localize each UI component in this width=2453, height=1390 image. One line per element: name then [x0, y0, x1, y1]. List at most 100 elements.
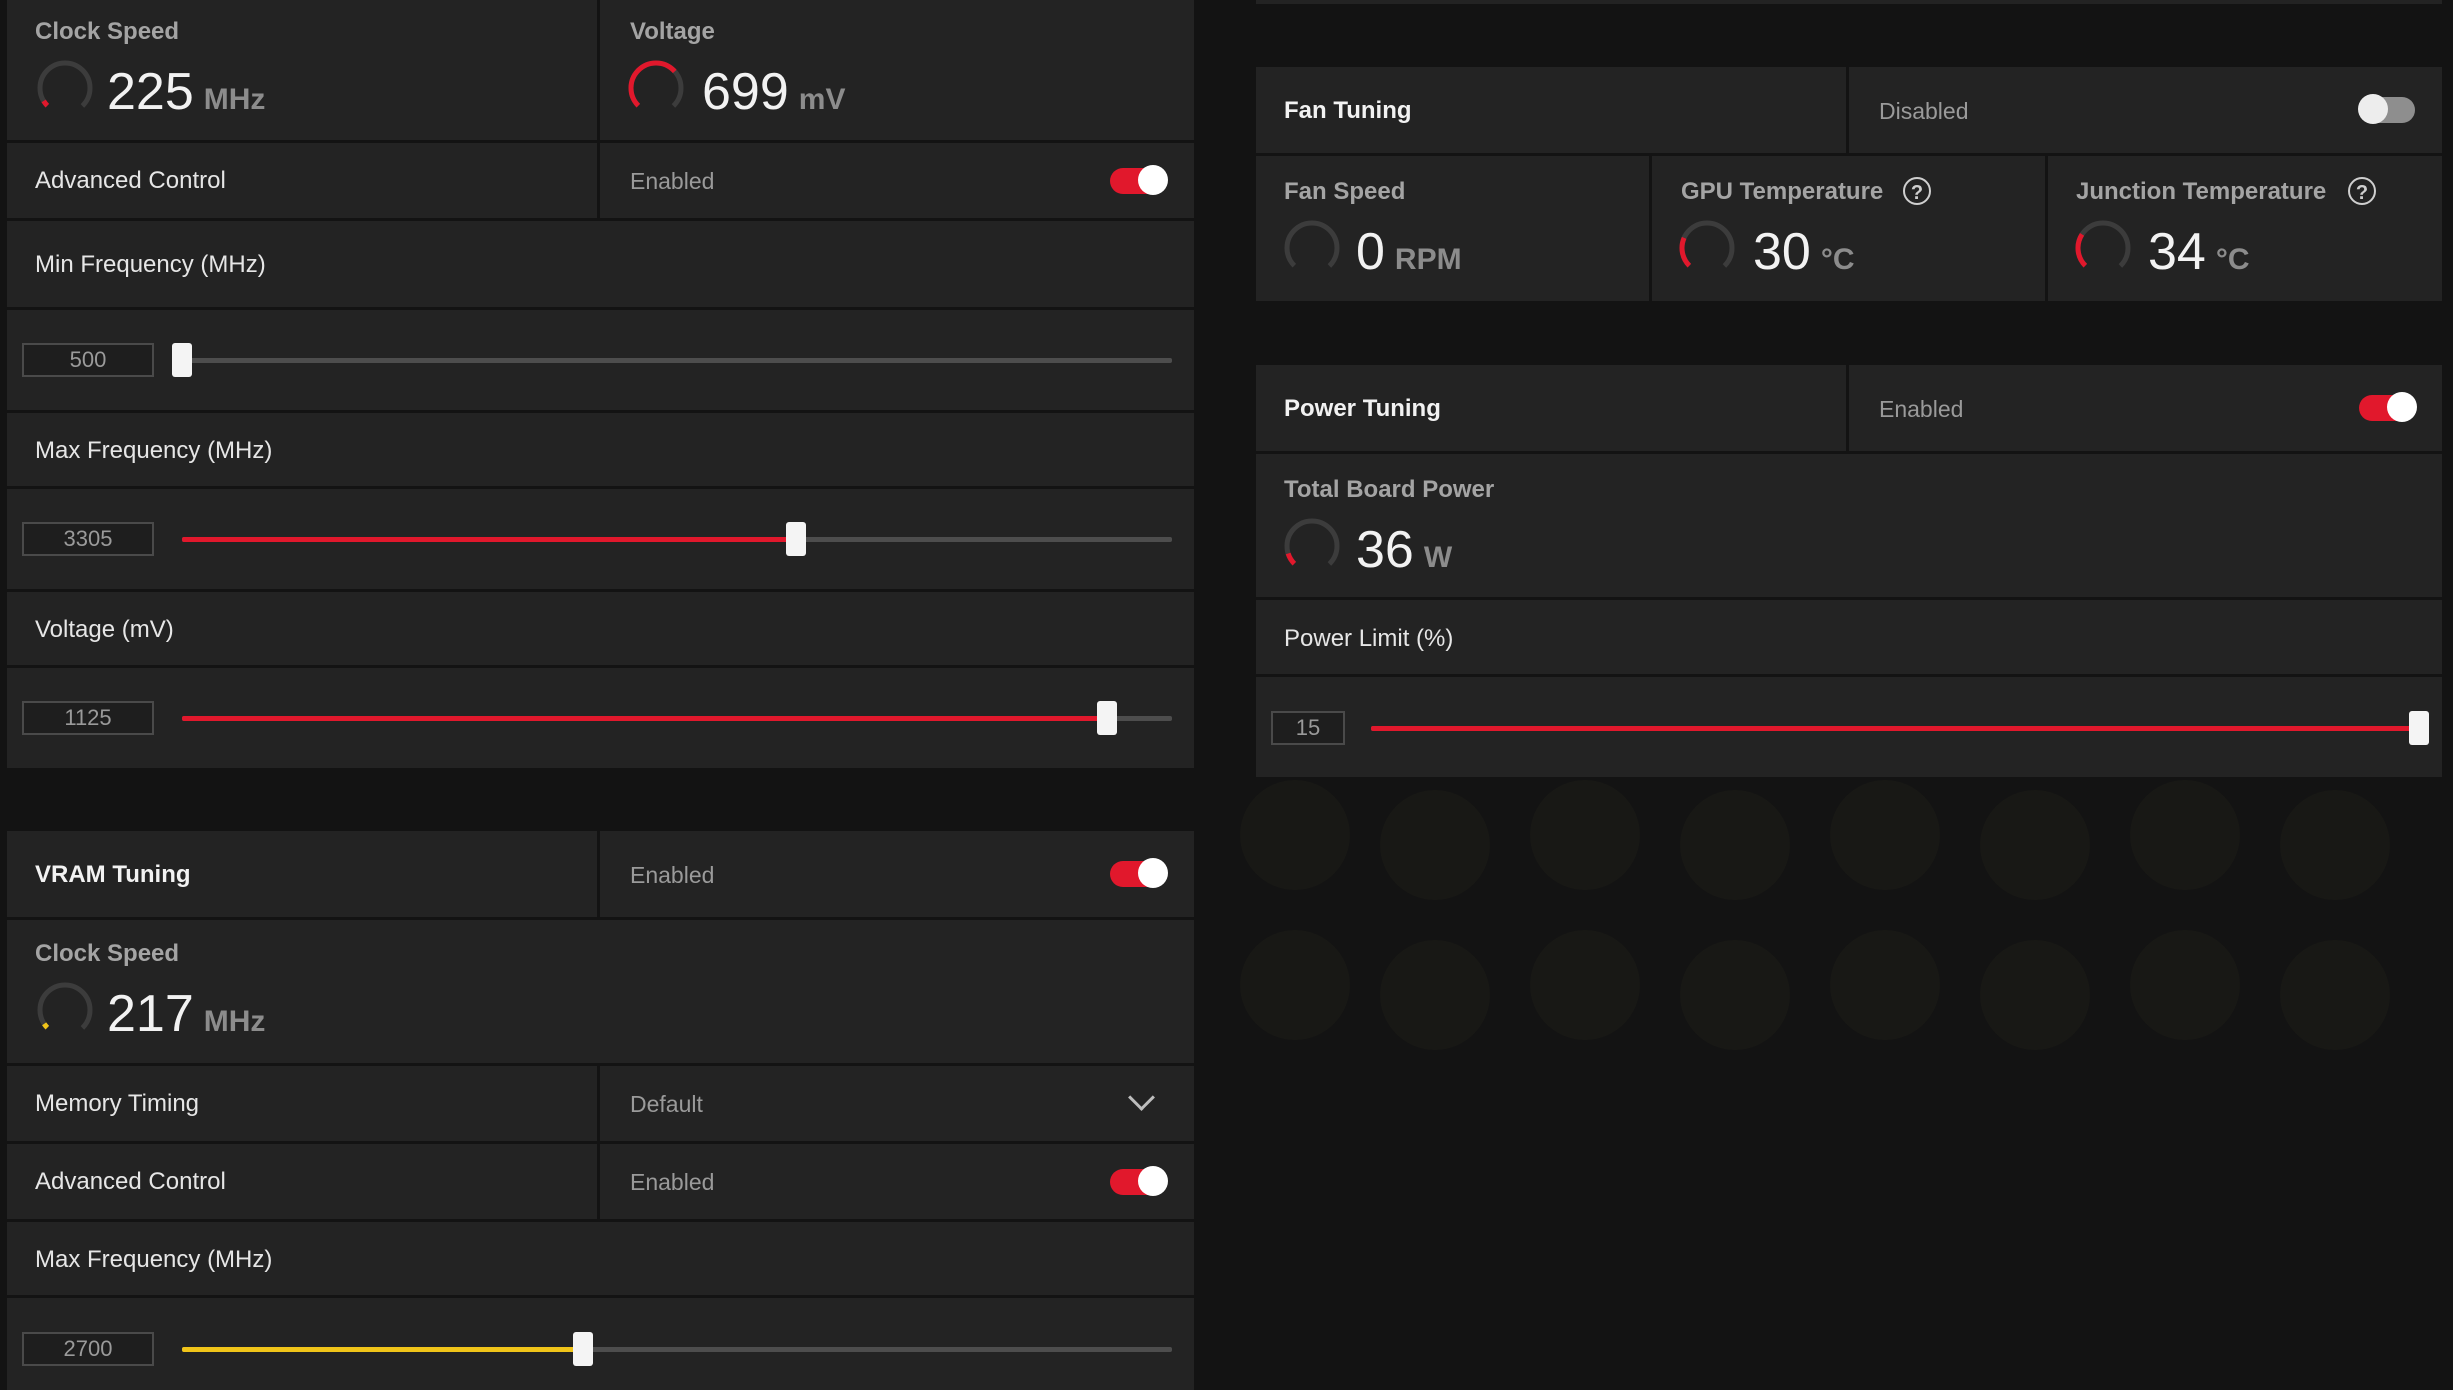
junction-temperature-unit: °C	[2215, 243, 2250, 276]
fan-speed-label: Fan Speed	[1284, 178, 1406, 205]
help-icon[interactable]: ?	[2348, 177, 2376, 205]
junction-temperature-value: 34	[2148, 223, 2206, 281]
gauge-icon	[1284, 518, 1340, 574]
toggle-knob	[2387, 392, 2417, 422]
fan-tuning-state: Disabled	[1879, 98, 1969, 124]
gauge-icon	[1679, 220, 1735, 276]
voltage-input[interactable]: 1125	[22, 701, 154, 735]
help-icon[interactable]: ?	[1903, 177, 1931, 205]
memory-timing-value: Default	[630, 1091, 703, 1117]
slider-thumb[interactable]	[785, 522, 806, 556]
advanced-control-label: Advanced Control	[35, 167, 226, 194]
voltage-slider-label: Voltage (mV)	[35, 616, 174, 643]
voltage-slider-row: 1125	[7, 668, 1194, 768]
voltage-value: 699	[702, 63, 789, 121]
junction-temperature-label: Junction Temperature	[2076, 178, 2327, 205]
vram-max-frequency-slider-row: 2700	[7, 1298, 1194, 1390]
vram-advanced-control-toggle[interactable]	[1110, 1166, 1168, 1196]
fan-speed-metric: 0 RPM	[1356, 222, 1462, 282]
vram-tuning-header: VRAM Tuning	[7, 831, 597, 917]
power-limit-slider-row: 15	[1256, 677, 2442, 777]
junction-temperature-metric: 34 °C	[2148, 222, 2250, 282]
slider-fill	[182, 537, 796, 542]
junction-temperature-panel: Junction Temperature ? 34 °C	[2048, 156, 2442, 301]
memory-timing-label: Memory Timing	[35, 1090, 200, 1117]
min-frequency-label: Min Frequency (MHz)	[35, 251, 266, 278]
power-limit-input[interactable]: 15	[1271, 711, 1345, 745]
vram-tuning-title: VRAM Tuning	[35, 861, 191, 888]
clock-speed-unit: MHz	[203, 83, 266, 116]
advanced-control-row: Advanced Control	[7, 143, 597, 218]
gauge-icon	[2075, 220, 2131, 276]
toggle-knob	[2358, 94, 2388, 124]
vram-tuning-toggle[interactable]	[1110, 858, 1168, 888]
vram-clock-speed-panel: Clock Speed 217 MHz	[7, 920, 1194, 1063]
vram-max-frequency-slider[interactable]	[182, 1332, 1172, 1366]
slider-fill	[182, 1347, 583, 1352]
slider-thumb[interactable]	[572, 1332, 593, 1366]
vram-clock-speed-label: Clock Speed	[35, 940, 180, 967]
total-board-power-value: 36	[1356, 521, 1414, 579]
max-frequency-input[interactable]: 3305	[22, 522, 154, 556]
total-board-power-label: Total Board Power	[1284, 476, 1495, 503]
max-frequency-slider[interactable]	[182, 522, 1172, 556]
slider-thumb[interactable]	[1096, 701, 1117, 735]
min-frequency-header: Min Frequency (MHz)	[7, 221, 1194, 307]
power-limit-slider[interactable]	[1371, 711, 2429, 745]
vram-advanced-control-label: Advanced Control	[35, 1168, 226, 1195]
slider-thumb[interactable]	[172, 343, 192, 377]
fan-tuning-toggle[interactable]	[2358, 94, 2415, 124]
fan-tuning-setting: Disabled	[1849, 67, 2442, 153]
vram-max-frequency-header: Max Frequency (MHz)	[7, 1222, 1194, 1295]
vram-clock-speed-metric: 217 MHz	[107, 984, 265, 1044]
fan-speed-panel: Fan Speed 0 RPM	[1256, 156, 1649, 301]
voltage-metric: 699 mV	[702, 62, 845, 122]
power-tuning-toggle[interactable]	[2359, 392, 2417, 422]
voltage-slider[interactable]	[182, 701, 1172, 735]
min-frequency-slider[interactable]	[172, 343, 1172, 377]
power-tuning-title: Power Tuning	[1284, 395, 1441, 422]
slider-fill	[1371, 726, 2419, 731]
toggle-knob	[1138, 1166, 1168, 1196]
advanced-control-state: Enabled	[630, 168, 715, 194]
min-frequency-slider-row: 500	[7, 310, 1194, 410]
vram-clock-speed-unit: MHz	[203, 1005, 266, 1038]
toggle-knob	[1138, 858, 1168, 888]
vram-advanced-control-setting: Enabled	[600, 1144, 1194, 1219]
top-edge-panel	[1256, 0, 2442, 4]
power-tuning-state: Enabled	[1879, 396, 1964, 422]
gpu-clock-speed-panel: Clock Speed 225 MHz	[7, 0, 597, 140]
vram-advanced-control-state: Enabled	[630, 1169, 715, 1195]
memory-timing-dropdown[interactable]: Default	[600, 1066, 1194, 1141]
slider-fill	[182, 716, 1107, 721]
advanced-control-toggle[interactable]	[1110, 165, 1168, 195]
max-frequency-label: Max Frequency (MHz)	[35, 437, 273, 464]
vram-max-frequency-label: Max Frequency (MHz)	[35, 1246, 273, 1273]
voltage-label: Voltage	[630, 18, 715, 45]
gpu-temperature-panel: GPU Temperature ? 30 °C	[1652, 156, 2045, 301]
power-tuning-header: Power Tuning	[1256, 365, 1846, 451]
advanced-control-setting: Enabled	[600, 143, 1194, 218]
toggle-knob	[1138, 165, 1168, 195]
power-tuning-setting: Enabled	[1849, 365, 2442, 451]
clock-speed-metric: 225 MHz	[107, 62, 265, 122]
gpu-temperature-label: GPU Temperature	[1681, 178, 1884, 205]
vram-clock-speed-value: 217	[107, 985, 194, 1043]
gauge-icon	[37, 60, 93, 116]
clock-speed-value: 225	[107, 63, 194, 121]
power-limit-header: Power Limit (%)	[1256, 600, 2442, 674]
vram-max-frequency-input[interactable]: 2700	[22, 1332, 154, 1366]
vram-advanced-control-row: Advanced Control	[7, 1144, 597, 1219]
vram-tuning-setting: Enabled	[600, 831, 1194, 917]
total-board-power-panel: Total Board Power 36 W	[1256, 454, 2442, 597]
fan-tuning-title: Fan Tuning	[1284, 97, 1412, 124]
chevron-down-icon	[1128, 1084, 1155, 1111]
total-board-power-metric: 36 W	[1356, 520, 1452, 580]
slider-thumb[interactable]	[2409, 711, 2429, 745]
gauge-icon	[628, 60, 684, 116]
clock-speed-label: Clock Speed	[35, 18, 180, 45]
min-frequency-input[interactable]: 500	[22, 343, 154, 377]
max-frequency-header: Max Frequency (MHz)	[7, 413, 1194, 486]
gauge-icon	[1284, 220, 1340, 276]
gpu-voltage-panel: Voltage 699 mV	[600, 0, 1194, 140]
